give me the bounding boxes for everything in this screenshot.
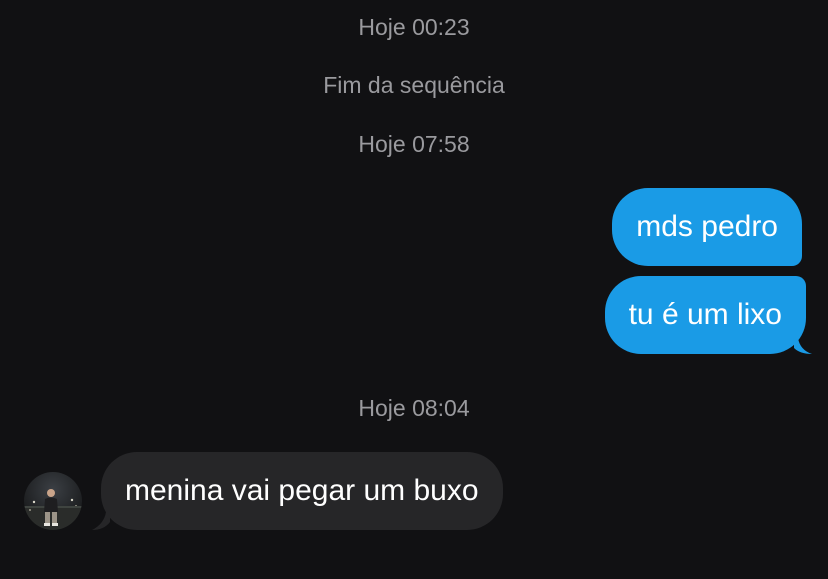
timestamp: Hoje 08:04 [358,395,470,421]
message-text: menina vai pegar um buxo [125,474,479,507]
avatar-photo-icon [24,472,82,530]
outgoing-message[interactable]: tu é um lixo [604,276,806,354]
timestamp: Hoje 07:58 [358,131,470,157]
chat-thread[interactable]: Hoje 00:23 Fim da sequência Hoje 07:58 m… [0,0,828,579]
outgoing-message[interactable]: mds pedro [612,188,802,266]
bubble-tail-icon [794,338,812,354]
message-text: tu é um lixo [628,298,782,331]
incoming-message[interactable]: menina vai pegar um buxo [101,452,503,530]
timestamp: Hoje 00:23 [358,14,470,40]
message-text: mds pedro [636,210,778,243]
contact-avatar[interactable] [24,472,82,530]
end-of-streak-notice: Fim da sequência [323,72,505,98]
